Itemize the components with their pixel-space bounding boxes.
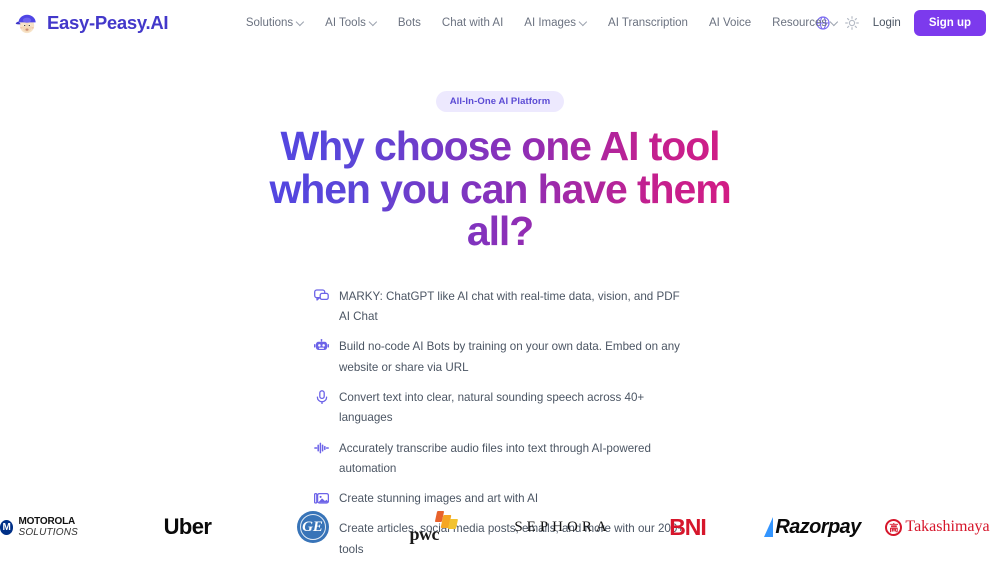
main-navigation: Solutions AI Tools Bots Chat with AI AI … xyxy=(246,17,838,29)
logo-takashimaya: 高 Takashimaya xyxy=(875,507,1000,547)
list-item: Build no-code AI Bots by training on you… xyxy=(314,337,686,378)
feature-text: Build no-code AI Bots by training on you… xyxy=(339,340,680,374)
nav-item-resources[interactable]: Resources xyxy=(772,17,838,29)
chevron-down-icon xyxy=(831,19,838,26)
signup-button[interactable]: Sign up xyxy=(913,9,986,36)
pwc-block-icon xyxy=(447,519,458,529)
mascot-cap-face-icon xyxy=(14,10,40,36)
brand-name: Easy-Peasy.AI xyxy=(47,11,169,33)
platform-badge: All-In-One AI Platform xyxy=(435,91,565,112)
nav-label: Resources xyxy=(772,16,828,29)
logo-text: pwc xyxy=(409,524,440,544)
list-item: MARKY: ChatGPT like AI chat with real-ti… xyxy=(314,287,686,328)
logo-text: Takashimaya xyxy=(905,518,990,535)
chevron-down-icon xyxy=(370,19,377,26)
nav-label: AI Transcription xyxy=(608,16,688,29)
logo-text: BNI xyxy=(669,513,707,540)
nav-label: AI Voice xyxy=(708,16,752,29)
logo-uber: Uber xyxy=(125,507,250,547)
chevron-down-icon xyxy=(297,19,304,26)
nav-label: AI Images xyxy=(524,16,577,29)
logo-pwc: pwc xyxy=(375,507,500,547)
chat-bubbles-icon xyxy=(314,288,329,304)
logo-motorola-solutions: MOTOROLA SOLUTIONS xyxy=(0,507,125,547)
nav-item-bots[interactable]: Bots xyxy=(398,17,421,29)
logo-razorpay: Razorpay xyxy=(750,507,875,547)
microphone-icon xyxy=(314,389,329,405)
nav-item-solutions[interactable]: Solutions xyxy=(246,17,304,29)
feature-text: Accurately transcribe audio files into t… xyxy=(339,441,651,475)
nav-item-ai-images[interactable]: AI Images xyxy=(524,17,587,29)
logo-text: Razorpay xyxy=(775,515,861,538)
nav-label: Chat with AI xyxy=(441,16,504,29)
chevron-down-icon xyxy=(580,19,587,26)
robot-icon xyxy=(314,338,329,354)
nav-label: Solutions xyxy=(245,16,294,29)
razorpay-mark-icon xyxy=(764,517,774,537)
nav-item-ai-voice[interactable]: AI Voice xyxy=(709,17,751,29)
hero-section: All-In-One AI Platform Why choose one AI… xyxy=(0,45,1000,563)
logo-text: Uber xyxy=(163,514,212,539)
nav-item-ai-tools[interactable]: AI Tools xyxy=(325,17,377,29)
takashimaya-seal-icon: 高 xyxy=(885,518,903,536)
nav-label: AI Tools xyxy=(325,16,366,29)
logo-sephora: SEPHORA xyxy=(500,507,625,547)
waveform-icon xyxy=(314,440,329,456)
logo-text: MOTOROLA SOLUTIONS xyxy=(18,516,79,538)
logo-text: SEPHORA xyxy=(514,518,611,535)
list-item: Convert text into clear, natural soundin… xyxy=(314,388,686,429)
feature-text: MARKY: ChatGPT like AI chat with real-ti… xyxy=(339,289,680,324)
sun-icon[interactable] xyxy=(844,15,860,31)
list-item: Accurately transcribe audio files into t… xyxy=(314,439,686,480)
feature-text: Convert text into clear, natural soundin… xyxy=(339,391,645,425)
customer-logo-strip: MOTOROLA SOLUTIONS Uber GE pwc SEPHORA B… xyxy=(0,491,1000,563)
site-header: Easy-Peasy.AI Solutions AI Tools Bots Ch… xyxy=(0,0,1000,45)
page-title: Why choose one AI tool when you can have… xyxy=(240,125,760,253)
logo-ge: GE xyxy=(250,507,375,547)
logo-text: GE xyxy=(296,511,329,543)
nav-item-chat-with-ai[interactable]: Chat with AI xyxy=(442,17,503,29)
nav-item-ai-transcription[interactable]: AI Transcription xyxy=(608,17,688,29)
logo-bni: BNI xyxy=(625,507,750,547)
motorola-m-icon xyxy=(0,519,14,535)
login-link[interactable]: Login xyxy=(873,17,901,29)
header-actions: Login Sign up xyxy=(815,9,986,36)
nav-label: Bots xyxy=(397,16,421,29)
brand-logo[interactable]: Easy-Peasy.AI xyxy=(14,10,169,36)
